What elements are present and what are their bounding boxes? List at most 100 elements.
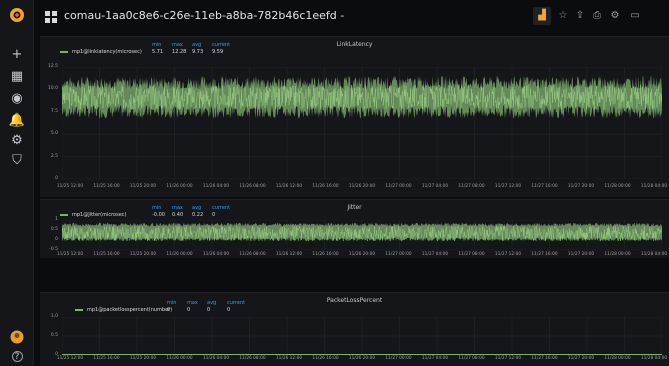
x-tick-label: 11/27 04:00 [421,252,449,257]
legend-series-name[interactable]: mp1@packetlosspercent(number) [75,307,172,313]
explore-icon[interactable]: ◉ [0,92,34,106]
dashboard-grid-icon[interactable] [45,11,57,23]
save-icon[interactable]: ⎙ [588,7,606,25]
packet-loss-panel[interactable]: PacketLossPercent min max avg current mp1@pac… [40,292,669,366]
legend-series-label: mp1@linklatency(microsec) [72,49,142,55]
x-tick-label: 11/27 12:00 [494,252,522,257]
legend-header-current[interactable]: current [227,300,245,306]
star-icon[interactable]: ☆ [554,7,572,25]
y-tick-label: 0.5 [50,227,58,232]
x-tick-label: 11/26 16:00 [312,184,339,189]
add-panel-icon[interactable]: ▟ [533,7,551,25]
x-tick-label: 11/26 16:00 [312,252,339,257]
legend: min max avg current mp1@packetlosspercent(nu… [75,300,247,314]
y-tick-label: 7.5 [50,108,58,114]
legend-header-max[interactable]: max [187,300,198,306]
configuration-icon[interactable]: ⚙ [0,134,34,148]
dashboard-navbar: comau-1aa0c8e6-c26e-11eb-a8ba-782b46c1ee… [34,0,669,34]
x-tick-label: 11/27 12:00 [494,356,522,361]
x-tick-label: 11/25 12:00 [56,184,84,189]
settings-icon[interactable]: ⚙ [606,7,624,25]
jitter-panel[interactable]: Jitter min max avg current mp1@Jitter(microse… [40,199,669,258]
x-tick-label: 11/25 20:00 [129,252,157,257]
x-tick-label: 11/27 20:00 [567,252,595,257]
x-tick-label: 11/26 20:00 [348,252,376,257]
y-tick-label: 0 [55,176,58,181]
dashboards-icon[interactable]: ▦ [0,70,34,84]
legend-header-max[interactable]: max [172,205,183,211]
x-tick-label: 11/26 12:00 [275,252,303,257]
x-tick-label: 11/27 04:00 [421,356,449,361]
x-tick-label: 11/26 08:00 [239,252,266,257]
legend-value-min: 0 [167,307,171,313]
legend-value-min: -0.00 [152,212,165,218]
x-tick-label: 11/26 04:00 [202,252,230,257]
tv-mode-icon[interactable]: ▭ [626,7,644,25]
legend-value-current: 0 [212,212,216,218]
alerting-icon[interactable]: 🔔 [0,114,34,128]
y-tick-label: 2.5 [50,153,58,159]
legend-series-name[interactable]: mp1@Jitter(microsec) [60,212,127,218]
x-tick-label: 11/28 04:00 [640,184,668,189]
legend-value-avg: 0 [207,307,211,313]
legend-header-min[interactable]: min [152,205,161,211]
x-tick-label: 11/27 00:00 [385,252,412,257]
x-tick-label: 11/27 08:00 [458,356,485,361]
grafana-logo-icon[interactable] [8,6,26,24]
x-tick-label: 11/27 16:00 [531,252,558,257]
link-latency-panel[interactable]: LinkLatency min max avg current mp1@linklaten… [40,36,669,197]
legend: min max avg current mp1@linklatency(microsec… [60,42,232,56]
x-tick-label: 11/25 16:00 [93,252,120,257]
create-icon[interactable]: + [0,48,34,62]
x-tick-label: 11/26 20:00 [348,184,376,189]
x-tick-label: 11/26 08:00 [239,184,266,189]
graph-plot[interactable] [62,220,662,250]
share-icon[interactable]: ⇪ [571,7,589,25]
legend-series-name[interactable]: mp1@linklatency(microsec) [60,49,142,55]
y-tick-label: 12.5 [47,64,58,69]
user-avatar[interactable] [0,330,34,348]
legend-header-min[interactable]: min [167,300,176,306]
x-tick-label: 11/28 04:00 [640,252,668,257]
x-tick-label: 11/27 04:00 [421,184,449,189]
y-tick-label: 0.5 [50,333,58,338]
legend-value-current: 9.59 [212,49,224,55]
x-tick-label: 11/25 16:00 [93,184,120,189]
legend-header-current[interactable]: current [212,42,230,48]
x-tick-label: 11/27 16:00 [531,184,558,189]
legend-header-avg[interactable]: avg [207,300,216,306]
legend-value-max: 0 [187,307,191,313]
x-tick-label: 11/27 00:00 [385,184,412,189]
legend-series-swatch [60,213,68,216]
x-tick-label: 11/27 20:00 [567,184,595,189]
x-tick-label: 11/27 08:00 [458,184,485,189]
y-tick-label: 10.0 [47,86,58,92]
x-tick-label: 11/28 00:00 [604,356,631,361]
legend-series-label: mp1@packetlosspercent(number) [87,307,173,313]
dashboard-title[interactable]: comau-1aa0c8e6-c26e-11eb-a8ba-782b46c1ee… [64,9,344,22]
legend-header-current[interactable]: current [212,205,230,211]
y-tick-label: 5.0 [50,131,58,137]
graph-plot[interactable] [62,67,662,179]
legend-header-min[interactable]: min [152,42,161,48]
legend-value-max: 12.28 [172,49,187,55]
y-tick-label: 0 [55,352,58,357]
graph-plot[interactable] [62,317,662,355]
legend-series-swatch [60,50,68,53]
legend-header-max[interactable]: max [172,42,183,48]
shield-icon[interactable]: ⛉ [0,154,34,168]
x-tick-label: 11/27 00:00 [385,356,412,361]
legend-series-swatch [75,308,83,311]
legend-header-avg[interactable]: avg [192,42,201,48]
legend: min max avg current mp1@Jitter(microsec) -0.0… [60,205,232,219]
x-tick-label: 11/26 04:00 [202,184,230,189]
y-tick-label: 1 [55,217,58,222]
x-tick-label: 11/27 20:00 [567,356,595,361]
legend-value-current: 0 [227,307,231,313]
x-tick-label: 11/26 00:00 [166,356,193,361]
help-icon[interactable]: ? [0,350,34,364]
legend-value-avg: 9.73 [192,49,204,55]
legend-value-min: 5.71 [152,49,164,55]
x-tick-label: 11/26 00:00 [166,252,193,257]
legend-header-avg[interactable]: avg [192,205,201,211]
